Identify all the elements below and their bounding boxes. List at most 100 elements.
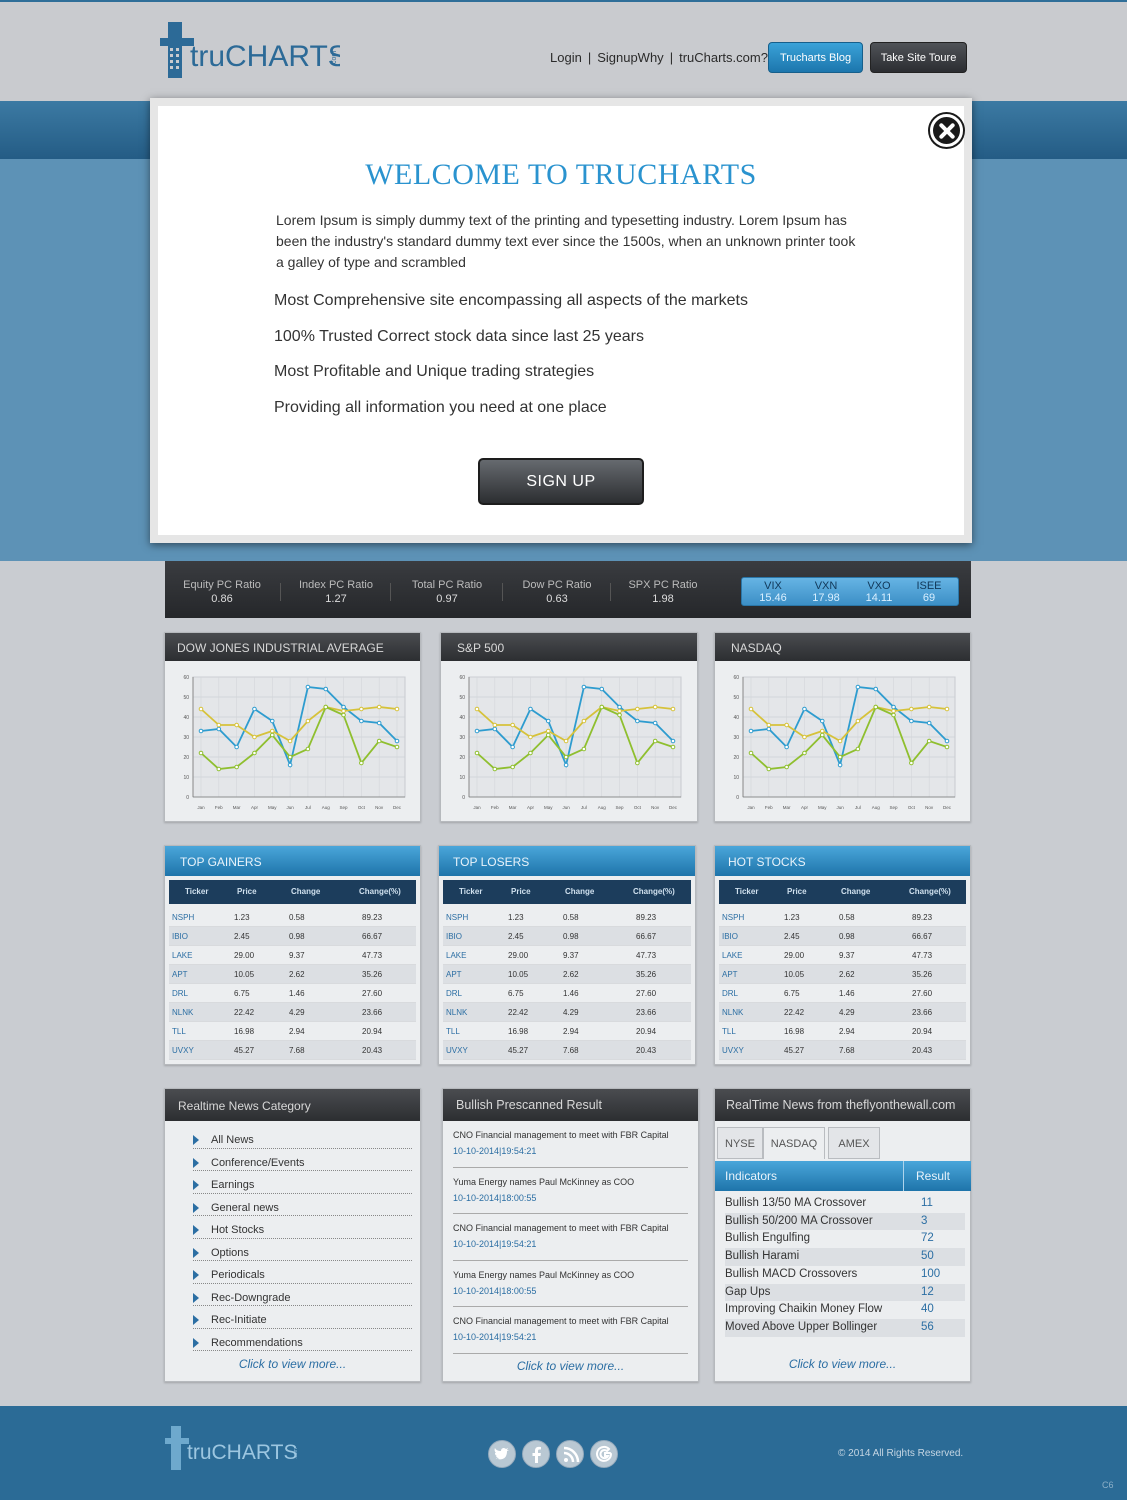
table-row[interactable]: IBIO 2.45 0.98 66.67	[443, 927, 691, 946]
ticker-cell[interactable]: TLL	[446, 1027, 460, 1036]
ticker-cell[interactable]: NLNK	[722, 1008, 743, 1017]
table-row[interactable]: LAKE 29.00 9.37 47.73	[169, 946, 416, 965]
table-row[interactable]: NSPH 1.23 0.58 89.23	[169, 908, 416, 927]
ticker-cell[interactable]: UVXY	[722, 1046, 744, 1055]
indicator-row[interactable]: Bullish Harami 50	[725, 1248, 965, 1266]
ticker-cell[interactable]: IBIO	[172, 932, 188, 941]
table-row[interactable]: TLL 16.98 2.94 20.94	[443, 1022, 691, 1041]
ticker-cell[interactable]: NLNK	[172, 1008, 193, 1017]
tab-nasdaq[interactable]: NASDAQ	[763, 1127, 825, 1159]
news-category-item[interactable]: Periodicals	[193, 1261, 412, 1284]
y-tick-label: 40	[183, 715, 189, 721]
prescanned-item[interactable]: CNO Financial management to meet with FB…	[453, 1121, 688, 1168]
x-tick-label: Jun	[286, 805, 294, 810]
table-row[interactable]: NLNK 22.42 4.29 23.66	[719, 1003, 966, 1022]
table-row[interactable]: DRL 6.75 1.46 27.60	[719, 984, 966, 1003]
ticker-cell[interactable]: UVXY	[172, 1046, 194, 1055]
news-category-item[interactable]: All News	[193, 1126, 412, 1149]
table-row[interactable]: UVXY 45.27 7.68 20.43	[443, 1041, 691, 1060]
tab-nyse[interactable]: NYSE	[717, 1127, 763, 1159]
ticker-cell[interactable]: IBIO	[722, 932, 738, 941]
table-row[interactable]: NLNK 22.42 4.29 23.66	[443, 1003, 691, 1022]
news-headline[interactable]: CNO Financial management to meet with FB…	[453, 1130, 688, 1140]
trucharts-logo[interactable]: truCHARTS .com	[160, 22, 340, 78]
ticker-cell[interactable]: IBIO	[446, 932, 462, 941]
view-more-link[interactable]: Click to view more...	[715, 1357, 970, 1371]
ticker-cell[interactable]: LAKE	[172, 951, 192, 960]
news-headline[interactable]: CNO Financial management to meet with FB…	[453, 1316, 688, 1326]
rss-icon[interactable]	[556, 1440, 584, 1468]
news-category-item[interactable]: Rec-Initiate	[193, 1306, 412, 1329]
table-row[interactable]: APT 10.05 2.62 35.26	[443, 965, 691, 984]
data-point	[376, 720, 382, 726]
ticker-cell[interactable]: DRL	[722, 989, 738, 998]
table-row[interactable]: IBIO 2.45 0.98 66.67	[169, 927, 416, 946]
ticker-cell[interactable]: APT	[722, 970, 738, 979]
ticker-cell[interactable]: TLL	[722, 1027, 736, 1036]
ticker-cell[interactable]: TLL	[172, 1027, 186, 1036]
table-row[interactable]: NSPH 1.23 0.58 89.23	[719, 908, 966, 927]
indicator-row[interactable]: Bullish Engulfing 72	[725, 1230, 965, 1248]
ticker-cell[interactable]: NSPH	[446, 913, 468, 922]
view-more-link[interactable]: Click to view more...	[443, 1359, 698, 1373]
news-category-item[interactable]: Conference/Events	[193, 1149, 412, 1171]
table-row[interactable]: APT 10.05 2.62 35.26	[719, 965, 966, 984]
indicator-row[interactable]: Moved Above Upper Bollinger 56	[725, 1318, 965, 1337]
news-category-item[interactable]: General news	[193, 1194, 412, 1216]
ticker-cell[interactable]: UVXY	[446, 1046, 468, 1055]
ticker-cell[interactable]: NSPH	[722, 913, 744, 922]
indicator-row[interactable]: Bullish 50/200 MA Crossover 3	[725, 1212, 965, 1231]
table-row[interactable]: IBIO 2.45 0.98 66.67	[719, 927, 966, 946]
facebook-icon[interactable]	[522, 1440, 550, 1468]
prescanned-item[interactable]: Yuma Energy names Paul McKinney as COO 10…	[453, 1168, 688, 1214]
view-more-link[interactable]: Click to view more...	[165, 1357, 420, 1371]
login-link[interactable]: Login	[550, 50, 582, 65]
close-icon[interactable]	[930, 114, 963, 147]
change-cell: 0.58	[563, 913, 579, 922]
blog-button[interactable]: Trucharts Blog	[768, 42, 863, 73]
about-link[interactable]: truCharts.com?	[679, 50, 768, 65]
indicator-row[interactable]: Bullish MACD Crossovers 100	[725, 1266, 965, 1284]
twitter-icon[interactable]	[488, 1440, 516, 1468]
news-category-item[interactable]: Hot Stocks	[193, 1216, 412, 1239]
ticker-cell[interactable]: DRL	[446, 989, 462, 998]
news-category-item[interactable]: Recommendations	[193, 1329, 412, 1351]
ticker-cell[interactable]: NSPH	[172, 913, 194, 922]
table-row[interactable]: APT 10.05 2.62 35.26	[169, 965, 416, 984]
footer-logo[interactable]: truCHARTS .com	[165, 1426, 300, 1470]
change-cell: 0.98	[563, 932, 579, 941]
table-row[interactable]: UVXY 45.27 7.68 20.43	[719, 1041, 966, 1060]
indicator-row[interactable]: Gap Ups 12	[725, 1283, 965, 1302]
table-row[interactable]: LAKE 29.00 9.37 47.73	[443, 946, 691, 965]
table-row[interactable]: LAKE 29.00 9.37 47.73	[719, 946, 966, 965]
news-category-item[interactable]: Rec-Downgrade	[193, 1284, 412, 1306]
table-row[interactable]: NLNK 22.42 4.29 23.66	[169, 1003, 416, 1022]
table-row[interactable]: NSPH 1.23 0.58 89.23	[443, 908, 691, 927]
news-category-item[interactable]: Earnings	[193, 1171, 412, 1194]
ticker-cell[interactable]: APT	[172, 970, 188, 979]
ticker-cell[interactable]: NLNK	[446, 1008, 467, 1017]
prescanned-item[interactable]: CNO Financial management to meet with FB…	[453, 1214, 688, 1261]
table-row[interactable]: DRL 6.75 1.46 27.60	[443, 984, 691, 1003]
signup-why-link[interactable]: SignupWhy	[597, 50, 663, 65]
table-row[interactable]: DRL 6.75 1.46 27.60	[169, 984, 416, 1003]
ticker-cell[interactable]: DRL	[172, 989, 188, 998]
google-icon[interactable]	[590, 1440, 618, 1468]
indicator-row[interactable]: Improving Chaikin Money Flow 40	[725, 1301, 965, 1319]
prescanned-item[interactable]: Yuma Energy names Paul McKinney as COO 10…	[453, 1261, 688, 1307]
news-headline[interactable]: Yuma Energy names Paul McKinney as COO	[453, 1177, 688, 1187]
tab-amex[interactable]: AMEX	[828, 1127, 880, 1159]
ticker-cell[interactable]: APT	[446, 970, 462, 979]
news-headline[interactable]: CNO Financial management to meet with FB…	[453, 1223, 688, 1233]
indicator-row[interactable]: Bullish 13/50 MA Crossover 11	[725, 1195, 965, 1213]
prescanned-item[interactable]: CNO Financial management to meet with FB…	[453, 1307, 688, 1354]
signup-button[interactable]: SIGN UP	[478, 458, 644, 505]
table-row[interactable]: TLL 16.98 2.94 20.94	[169, 1022, 416, 1041]
ticker-cell[interactable]: LAKE	[722, 951, 742, 960]
site-tour-button[interactable]: Take Site Toure	[870, 42, 967, 73]
news-headline[interactable]: Yuma Energy names Paul McKinney as COO	[453, 1270, 688, 1280]
news-category-item[interactable]: Options	[193, 1239, 412, 1261]
ticker-cell[interactable]: LAKE	[446, 951, 466, 960]
table-row[interactable]: UVXY 45.27 7.68 20.43	[169, 1041, 416, 1060]
table-row[interactable]: TLL 16.98 2.94 20.94	[719, 1022, 966, 1041]
